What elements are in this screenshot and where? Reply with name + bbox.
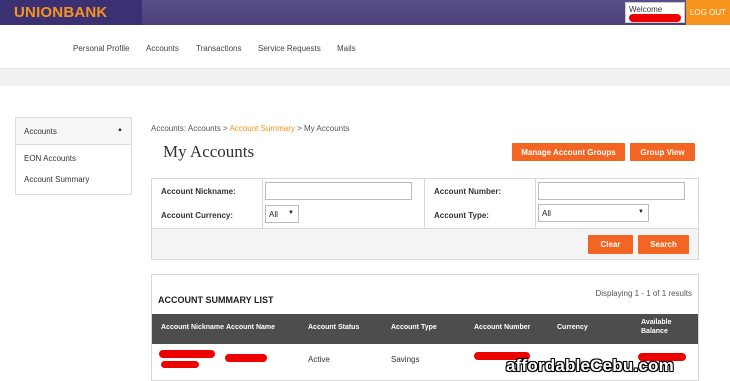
column-account-number[interactable]: Account Number bbox=[474, 323, 530, 332]
redacted-nickname bbox=[159, 350, 215, 358]
search-button[interactable]: Search bbox=[638, 235, 689, 254]
breadcrumb-account-summary-link[interactable]: Account Summary bbox=[230, 124, 295, 133]
dropdown-arrow-icon: ▼ bbox=[288, 210, 294, 216]
column-account-type[interactable]: Account Type bbox=[391, 323, 437, 332]
filter-grid: Account Nickname: Account Number: Accoun… bbox=[152, 179, 698, 229]
nav-personal-profile[interactable]: Personal Profile bbox=[73, 44, 129, 53]
breadcrumb-current: > My Accounts bbox=[294, 124, 350, 133]
logo-text: UNIONBANK bbox=[14, 4, 108, 21]
clear-button[interactable]: Clear bbox=[588, 235, 633, 254]
top-header: UNIONBANK Welcome LOG OUT bbox=[0, 0, 730, 25]
caret-up-icon[interactable]: ▲ bbox=[117, 127, 123, 133]
sidebar-item-eon-accounts[interactable]: EON Accounts bbox=[16, 148, 131, 169]
account-currency-select[interactable]: All ▼ bbox=[265, 205, 299, 223]
sidebar-header-accounts[interactable]: Accounts ▲ bbox=[16, 118, 131, 145]
redacted-username bbox=[629, 14, 681, 22]
account-type-label: Account Type: bbox=[434, 211, 489, 220]
page-title: My Accounts bbox=[163, 142, 255, 161]
account-nickname-input[interactable] bbox=[265, 182, 412, 200]
row-account-type: Savings bbox=[391, 355, 420, 364]
column-available-balance[interactable]: Available Balance bbox=[641, 318, 671, 336]
watermark-text: affordableCebu.com bbox=[506, 356, 674, 375]
sidebar-header-label: Accounts bbox=[24, 127, 57, 136]
filter-panel: Account Nickname: Account Number: Accoun… bbox=[151, 178, 699, 260]
nav-transactions[interactable]: Transactions bbox=[196, 44, 242, 53]
account-nickname-label: Account Nickname: bbox=[161, 187, 236, 196]
divider bbox=[262, 179, 263, 229]
column-account-name[interactable]: Account Name bbox=[226, 323, 275, 332]
account-number-label: Account Number: bbox=[434, 187, 502, 196]
type-selected-value: All bbox=[542, 209, 551, 218]
separator-band bbox=[0, 69, 730, 86]
welcome-label: Welcome bbox=[629, 5, 663, 14]
column-account-nickname[interactable]: Account Nickname bbox=[161, 323, 224, 332]
group-view-button[interactable]: Group View bbox=[630, 143, 695, 161]
results-count: Displaying 1 - 1 of 1 results bbox=[595, 289, 693, 298]
divider bbox=[424, 179, 425, 229]
column-currency[interactable]: Currency bbox=[557, 323, 588, 332]
currency-selected-value: All bbox=[269, 210, 278, 219]
sidebar-item-account-summary[interactable]: Account Summary bbox=[16, 169, 131, 190]
manage-account-groups-button[interactable]: Manage Account Groups bbox=[512, 143, 625, 161]
breadcrumb: Accounts: Accounts > Account Summary > M… bbox=[151, 124, 349, 133]
divider bbox=[535, 179, 536, 229]
filter-actions: Clear Search bbox=[152, 229, 698, 259]
dropdown-arrow-icon: ▼ bbox=[638, 209, 644, 215]
nav-accounts[interactable]: Accounts bbox=[146, 44, 179, 53]
breadcrumb-accounts: Accounts: Accounts > bbox=[151, 124, 230, 133]
table-header: Account Nickname Account Name Account St… bbox=[152, 314, 698, 344]
welcome-box: Welcome bbox=[625, 2, 685, 23]
main-nav: Personal Profile Accounts Transactions S… bbox=[0, 25, 730, 69]
nav-mails[interactable]: Mails bbox=[337, 44, 356, 53]
account-type-select[interactable]: All ▼ bbox=[538, 204, 649, 222]
column-balance-label: Balance bbox=[641, 328, 668, 335]
redacted-nickname bbox=[161, 361, 199, 368]
account-currency-label: Account Currency: bbox=[161, 211, 234, 220]
unionbank-logo[interactable]: UNIONBANK bbox=[0, 0, 142, 25]
column-available-label: Available bbox=[641, 319, 672, 326]
nav-service-requests[interactable]: Service Requests bbox=[258, 44, 321, 53]
sidebar-menu: Accounts ▲ EON Accounts Account Summary bbox=[15, 117, 132, 195]
account-number-input[interactable] bbox=[538, 182, 685, 200]
redacted-account-name bbox=[225, 354, 267, 362]
row-account-status: Active bbox=[308, 355, 330, 364]
summary-title: ACCOUNT SUMMARY LIST bbox=[158, 295, 274, 305]
logout-button[interactable]: LOG OUT bbox=[686, 0, 730, 25]
column-account-status[interactable]: Account Status bbox=[308, 323, 359, 332]
